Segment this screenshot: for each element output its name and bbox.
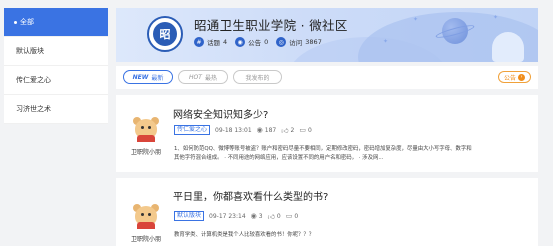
likes-count[interactable]: 👍︎ 2	[281, 126, 294, 135]
notice-button[interactable]: 公告 ›	[498, 71, 531, 83]
tab-my-posts[interactable]: 我发布的	[233, 70, 282, 84]
avatar[interactable]	[132, 113, 160, 142]
eye-icon: ◉	[250, 212, 257, 220]
topics-stat: # 话题 4	[194, 37, 227, 47]
post-time: 09-18 13:01	[215, 126, 252, 134]
post-filter-bar: NEW 最新 HOT 最热 我发布的 公告 ›	[116, 66, 538, 89]
post-title[interactable]: 网络安全知识知多少?	[173, 106, 268, 121]
mascot-icon	[492, 32, 524, 62]
comments-count[interactable]: ▭ 0	[299, 126, 311, 134]
sidebar: 全部 默认版块 传仁爱之心 习济世之术	[4, 8, 108, 124]
visit-icon: ◎	[276, 37, 287, 47]
post-card[interactable]: 卫职院小朋 平日里，你都喜欢看什么类型的书? 默认版块 09-17 23:14 …	[116, 178, 538, 246]
sidebar-item-label: 传仁爱之心	[16, 76, 51, 84]
sidebar-item-default-board[interactable]: 默认版块	[4, 37, 108, 66]
tab-hottest[interactable]: HOT 最热	[178, 70, 228, 84]
notice-icon: ◉	[235, 37, 246, 47]
sidebar-item-all[interactable]: 全部	[4, 8, 108, 37]
thumb-up-icon: 👍︎	[281, 126, 289, 135]
sidebar-item-benevolence[interactable]: 传仁爱之心	[4, 66, 108, 95]
thumb-up-icon: 👍︎	[267, 212, 275, 221]
post-author[interactable]: 卫职院小朋	[122, 234, 170, 243]
forum-banner: ✦ ✦ ✦ 昭 昭通卫生职业学院 · 微社区 # 话题 4 ◉ 公告 0 ◎ 访…	[116, 8, 538, 62]
tab-newest[interactable]: NEW 最新	[123, 70, 173, 84]
sidebar-item-medical-skills[interactable]: 习济世之术	[4, 95, 108, 124]
views-count: ◉ 3	[250, 212, 263, 220]
post-author[interactable]: 卫职院小朋	[122, 147, 170, 156]
forum-stats: # 话题 4 ◉ 公告 0 ◎ 访问 3867	[194, 37, 322, 47]
star-icon: ✦	[382, 38, 388, 45]
post-excerpt: 1、如何防范QQ、微博等账号被盗？账户和密码尽量不要相同，定期修改密码，密码增加…	[174, 146, 472, 161]
post-title[interactable]: 平日里，你都喜欢看什么类型的书?	[173, 188, 328, 203]
post-meta: 默认版块 09-17 23:14 ◉ 3 👍︎ 0 ▭ 0	[174, 211, 298, 221]
eye-icon: ◉	[256, 126, 263, 134]
board-tag[interactable]: 传仁爱之心	[174, 125, 211, 135]
sidebar-item-label: 习济世之术	[16, 105, 51, 113]
school-logo: 昭	[147, 16, 183, 52]
star-icon: ✦	[412, 16, 418, 23]
comments-count[interactable]: ▭ 0	[286, 212, 298, 220]
visits-stat: ◎ 访问 3867	[276, 37, 322, 47]
post-excerpt: 教育学类、计算机类是我个人比较喜欢看的书！你呢？？？	[174, 232, 315, 238]
avatar[interactable]	[132, 200, 160, 229]
arrow-right-icon: ›	[518, 73, 525, 81]
views-count: ◉ 187	[256, 126, 277, 134]
active-dot-icon	[14, 20, 17, 24]
sidebar-item-label: 全部	[20, 18, 34, 26]
post-meta: 传仁爱之心 09-18 13:01 ◉ 187 👍︎ 2 ▭ 0	[174, 125, 312, 135]
post-card[interactable]: 卫职院小朋 网络安全知识知多少? 传仁爱之心 09-18 13:01 ◉ 187…	[116, 95, 538, 172]
post-time: 09-17 23:14	[209, 212, 246, 220]
comment-icon: ▭	[285, 212, 293, 220]
likes-count[interactable]: 👍︎ 0	[268, 212, 281, 221]
topic-icon: #	[194, 37, 204, 47]
forum-title: 昭通卫生职业学院 · 微社区	[194, 18, 348, 33]
star-icon: ✦	[492, 14, 498, 21]
board-tag[interactable]: 默认版块	[174, 211, 205, 221]
comment-icon: ▭	[299, 126, 306, 134]
notices-stat: ◉ 公告 0	[235, 37, 268, 47]
sidebar-item-label: 默认版块	[16, 47, 44, 55]
